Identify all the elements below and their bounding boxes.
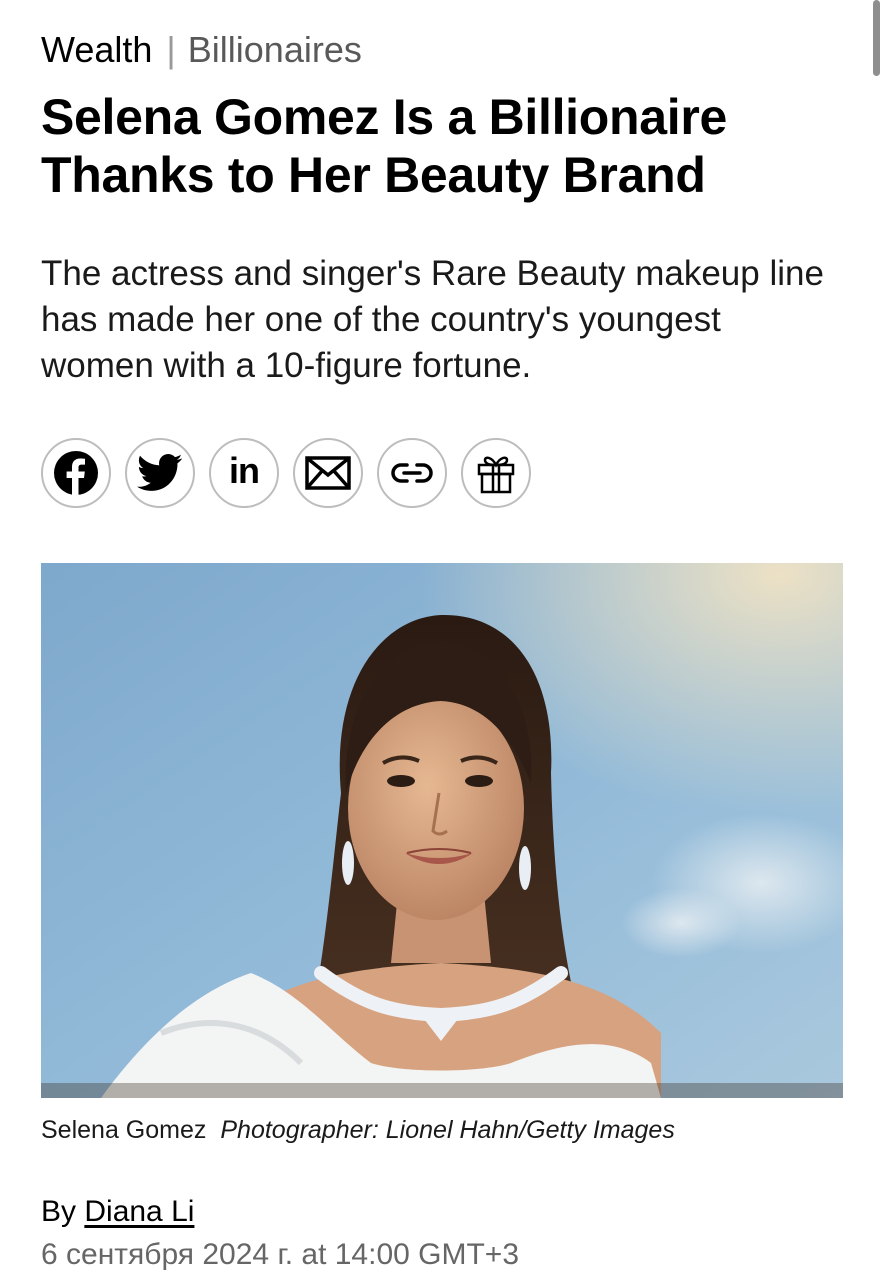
article-headline: Selena Gomez Is a Billionaire Thanks to … bbox=[41, 89, 728, 203]
share-facebook-button[interactable] bbox=[41, 438, 111, 508]
share-linkedin-button[interactable]: in bbox=[209, 438, 279, 508]
linkedin-icon: in bbox=[229, 450, 260, 491]
article-hero-photo bbox=[41, 563, 843, 1098]
byline: By Diana Li bbox=[41, 1193, 194, 1231]
caption-subject: Selena Gomez bbox=[41, 1116, 207, 1144]
author-link[interactable]: Diana Li bbox=[84, 1195, 194, 1228]
share-bar: in bbox=[41, 438, 531, 508]
link-icon bbox=[391, 463, 433, 483]
photo-caption: Selena Gomez Photographer: Lionel Hahn/Ge… bbox=[41, 1114, 675, 1146]
email-icon bbox=[305, 456, 351, 490]
article-dek: The actress and singer's Rare Beauty mak… bbox=[41, 254, 824, 385]
caption-credit: Photographer: Lionel Hahn/Getty Images bbox=[220, 1116, 675, 1144]
breadcrumb-subsection-link[interactable]: Billionaires bbox=[188, 29, 362, 70]
byline-prefix: By bbox=[41, 1195, 77, 1228]
share-twitter-button[interactable] bbox=[125, 438, 195, 508]
portrait-illustration bbox=[41, 563, 843, 1098]
gift-article-button[interactable] bbox=[461, 438, 531, 508]
breadcrumb: Wealth | Billionaires bbox=[41, 28, 362, 72]
article-page: Wealth | Billionaires Selena Gomez Is a Bi… bbox=[0, 0, 884, 1280]
breadcrumb-separator: | bbox=[166, 29, 176, 70]
copy-link-button[interactable] bbox=[377, 438, 447, 508]
gift-icon bbox=[477, 456, 515, 494]
publish-date: 6 сентября 2024 г. at 14:00 GMT+3 bbox=[41, 1238, 520, 1271]
breadcrumb-section-link[interactable]: Wealth bbox=[41, 29, 152, 70]
twitter-icon bbox=[137, 454, 183, 491]
share-email-button[interactable] bbox=[293, 438, 363, 508]
facebook-icon bbox=[54, 451, 98, 496]
scrollbar[interactable] bbox=[873, 0, 880, 76]
